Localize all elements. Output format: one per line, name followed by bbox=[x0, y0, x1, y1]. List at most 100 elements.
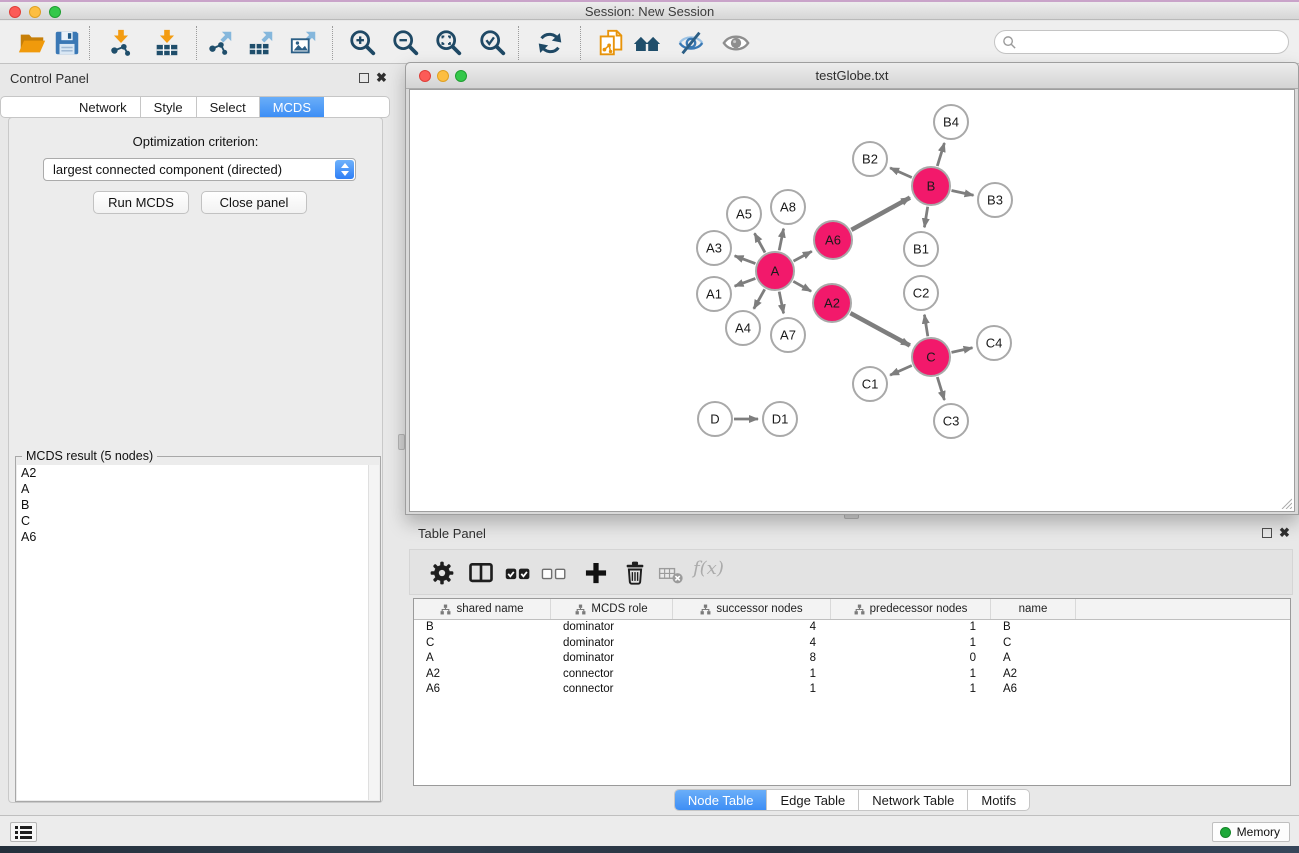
cell-predecessor-nodes[interactable]: 1 bbox=[831, 682, 991, 698]
save-session-icon[interactable] bbox=[52, 28, 82, 58]
graph-node-C1[interactable]: C1 bbox=[853, 367, 887, 401]
task-history-button[interactable] bbox=[10, 822, 37, 842]
network-copy-icon[interactable] bbox=[596, 28, 626, 58]
graph-node-A2[interactable]: A2 bbox=[813, 284, 851, 322]
list-item[interactable]: A2 bbox=[17, 465, 379, 481]
graph-node-A7[interactable]: A7 bbox=[771, 318, 805, 352]
tab-motifs[interactable]: Motifs bbox=[967, 790, 1029, 810]
ndex-home-icon[interactable] bbox=[632, 28, 662, 58]
export-table-icon[interactable] bbox=[246, 28, 276, 58]
network-graph[interactable]: B4B2BB3A8A5A6A3B1AA1C2A2A4A7C4CC1C3DD1 bbox=[410, 90, 1296, 513]
graph-node-A1[interactable]: A1 bbox=[697, 277, 731, 311]
tab-edge-table[interactable]: Edge Table bbox=[766, 790, 858, 810]
graph-node-A5[interactable]: A5 bbox=[727, 197, 761, 231]
graph-node-C[interactable]: C bbox=[912, 338, 950, 376]
list-item[interactable]: C bbox=[17, 513, 379, 529]
cell-successor-nodes[interactable]: 4 bbox=[673, 620, 831, 636]
table-row[interactable]: A2connector11A2 bbox=[414, 667, 1290, 683]
edge-A-A4[interactable] bbox=[754, 289, 765, 309]
hide-graphics-icon[interactable] bbox=[676, 28, 706, 58]
open-session-icon[interactable] bbox=[17, 28, 47, 58]
table-row[interactable]: Adominator80A bbox=[414, 651, 1290, 667]
vertical-splitter-grip[interactable] bbox=[398, 434, 405, 450]
graph-node-C2[interactable]: C2 bbox=[904, 276, 938, 310]
refresh-icon[interactable] bbox=[535, 28, 565, 58]
cell-predecessor-nodes[interactable]: 1 bbox=[831, 620, 991, 636]
tab-network[interactable]: Network bbox=[66, 97, 140, 117]
zoom-out-icon[interactable] bbox=[391, 28, 421, 58]
graph-node-D1[interactable]: D1 bbox=[763, 402, 797, 436]
table-panel-float-button[interactable] bbox=[1262, 528, 1272, 538]
zoom-selected-icon[interactable] bbox=[478, 28, 508, 58]
network-canvas[interactable]: B4B2BB3A8A5A6A3B1AA1C2A2A4A7C4CC1C3DD1 bbox=[409, 89, 1295, 512]
result-scrollbar[interactable] bbox=[368, 465, 379, 800]
edge-A-A2[interactable] bbox=[793, 281, 811, 291]
edge-A6-B[interactable] bbox=[851, 198, 910, 230]
edge-A2-C[interactable] bbox=[850, 313, 910, 345]
add-icon[interactable] bbox=[582, 559, 610, 587]
cell-predecessor-nodes[interactable]: 1 bbox=[831, 636, 991, 652]
cell-successor-nodes[interactable]: 1 bbox=[673, 682, 831, 698]
import-network-icon[interactable] bbox=[106, 28, 136, 58]
graph-node-B[interactable]: B bbox=[912, 167, 950, 205]
window-resize-grip-icon[interactable] bbox=[1279, 496, 1292, 509]
table-row[interactable]: A6connector11A6 bbox=[414, 682, 1290, 698]
graph-node-B1[interactable]: B1 bbox=[904, 232, 938, 266]
cell-predecessor-nodes[interactable]: 0 bbox=[831, 651, 991, 667]
cell-MCDS-role[interactable]: connector bbox=[551, 667, 673, 683]
cell-name[interactable]: A bbox=[991, 651, 1076, 667]
edge-B-B1[interactable] bbox=[924, 207, 927, 228]
cell-name[interactable]: A2 bbox=[991, 667, 1076, 683]
network-window-titlebar[interactable]: testGlobe.txt bbox=[406, 63, 1298, 89]
list-item[interactable]: B bbox=[17, 497, 379, 513]
export-network-icon[interactable] bbox=[205, 28, 235, 58]
cell-MCDS-role[interactable]: dominator bbox=[551, 620, 673, 636]
column-header-predecessor-nodes[interactable]: predecessor nodes bbox=[831, 599, 991, 619]
cell-shared-name[interactable]: A bbox=[414, 651, 551, 667]
zoom-in-icon[interactable] bbox=[348, 28, 378, 58]
edge-C-C1[interactable] bbox=[890, 366, 912, 376]
tab-mcds[interactable]: MCDS bbox=[259, 97, 324, 117]
cell-predecessor-nodes[interactable]: 1 bbox=[831, 667, 991, 683]
column-header-name[interactable]: name bbox=[991, 599, 1076, 619]
run-mcds-button[interactable]: Run MCDS bbox=[93, 191, 189, 214]
graph-node-B2[interactable]: B2 bbox=[853, 142, 887, 176]
graph-node-C3[interactable]: C3 bbox=[934, 404, 968, 438]
gear-icon[interactable] bbox=[428, 559, 456, 587]
graph-node-D[interactable]: D bbox=[698, 402, 732, 436]
table-row[interactable]: Bdominator41B bbox=[414, 620, 1290, 636]
graph-node-B3[interactable]: B3 bbox=[978, 183, 1012, 217]
memory-button[interactable]: Memory bbox=[1212, 822, 1290, 842]
graph-node-A[interactable]: A bbox=[756, 252, 794, 290]
edge-C-C2[interactable] bbox=[924, 315, 927, 337]
control-panel-float-button[interactable] bbox=[359, 73, 369, 83]
edge-B-B4[interactable] bbox=[937, 143, 944, 166]
export-image-icon[interactable] bbox=[289, 28, 319, 58]
cell-successor-nodes[interactable]: 1 bbox=[673, 667, 831, 683]
graph-node-A6[interactable]: A6 bbox=[814, 221, 852, 259]
table-row[interactable]: Cdominator41C bbox=[414, 636, 1290, 652]
cell-successor-nodes[interactable]: 8 bbox=[673, 651, 831, 667]
delete-table-icon[interactable] bbox=[657, 559, 685, 587]
function-builder-icon[interactable]: f(x) bbox=[693, 558, 724, 579]
cell-shared-name[interactable]: A2 bbox=[414, 667, 551, 683]
search-field[interactable] bbox=[994, 30, 1289, 54]
tab-style[interactable]: Style bbox=[140, 97, 196, 117]
cell-MCDS-role[interactable]: dominator bbox=[551, 651, 673, 667]
cell-MCDS-role[interactable]: connector bbox=[551, 682, 673, 698]
cell-shared-name[interactable]: B bbox=[414, 620, 551, 636]
graph-node-C4[interactable]: C4 bbox=[977, 326, 1011, 360]
tab-node-table[interactable]: Node Table bbox=[675, 790, 767, 810]
tab-select[interactable]: Select bbox=[196, 97, 259, 117]
graph-node-B4[interactable]: B4 bbox=[934, 105, 968, 139]
cell-name[interactable]: C bbox=[991, 636, 1076, 652]
split-columns-icon[interactable] bbox=[467, 559, 495, 587]
graph-node-A3[interactable]: A3 bbox=[697, 231, 731, 265]
zoom-fit-icon[interactable] bbox=[434, 28, 464, 58]
search-input[interactable] bbox=[1021, 32, 1281, 52]
edge-B-B3[interactable] bbox=[952, 191, 974, 196]
column-header-successor-nodes[interactable]: successor nodes bbox=[673, 599, 831, 619]
column-header-shared-name[interactable]: shared name bbox=[414, 599, 551, 619]
cell-successor-nodes[interactable]: 4 bbox=[673, 636, 831, 652]
cell-name[interactable]: A6 bbox=[991, 682, 1076, 698]
